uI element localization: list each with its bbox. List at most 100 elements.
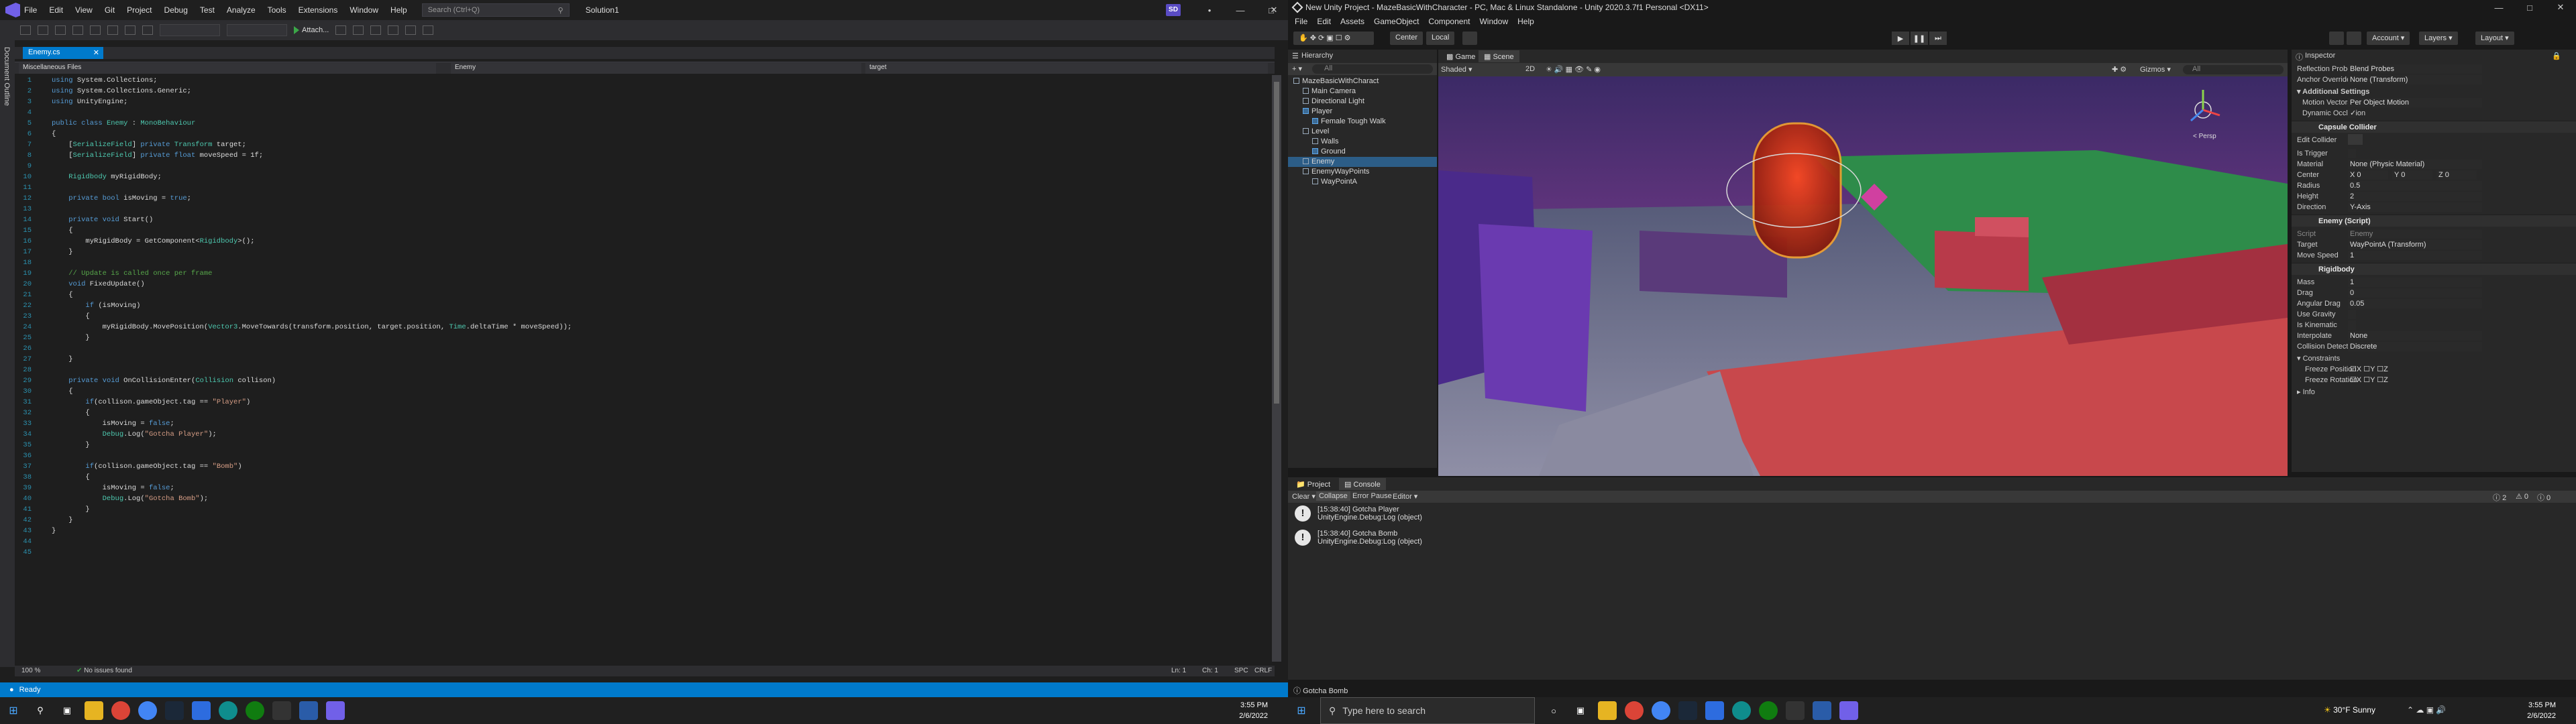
- code-line[interactable]: 39 isMoving = false;: [15, 483, 1275, 493]
- project-dropdown[interactable]: Miscellaneous Files: [19, 63, 436, 74]
- code-line[interactable]: 5 public class Enemy : MonoBehaviour: [15, 118, 1275, 129]
- code-line[interactable]: 1 using System.Collections;: [15, 75, 1275, 86]
- chrome-icon[interactable]: [111, 701, 130, 720]
- collab-icon[interactable]: [2329, 32, 2344, 45]
- console-log-entry[interactable]: ! [15:38:40] Gotcha Bomb UnityEngine.Debug…: [1295, 530, 1422, 552]
- code-line[interactable]: 7 [SerializeField] private Transform tar…: [15, 139, 1275, 150]
- attach-button[interactable]: Attach...: [294, 26, 329, 34]
- shading-dropdown[interactable]: Shaded ▾: [1441, 65, 1515, 74]
- code-line[interactable]: 4: [15, 107, 1275, 118]
- code-line[interactable]: 23 {: [15, 311, 1275, 322]
- folder-icon[interactable]: [335, 25, 347, 35]
- is-trigger-checkbox[interactable]: [2348, 149, 2356, 158]
- code-line[interactable]: 10 Rigidbody myRigidBody;: [15, 172, 1275, 182]
- code-line[interactable]: 41 }: [15, 504, 1275, 515]
- transform-tools[interactable]: ✋ ✥ ⟳ ▣ ☐ ⚙: [1293, 32, 1374, 45]
- redo-icon[interactable]: [142, 25, 153, 35]
- tray-icons[interactable]: ⌃ ☁ ▣ 🔊: [2407, 705, 2446, 715]
- tab-enemy-cs[interactable]: Enemy.cs ✕: [23, 47, 103, 59]
- editor-scrollbar[interactable]: [1272, 75, 1281, 662]
- height-value[interactable]: 2: [2348, 192, 2482, 201]
- back-icon[interactable]: [20, 25, 31, 35]
- code-line[interactable]: 27 }: [15, 354, 1275, 365]
- dynamic-occlusion-checkbox[interactable]: ✓: [2348, 109, 2356, 118]
- info-count[interactable]: ⓘ 2: [2493, 492, 2506, 503]
- hierarchy-item[interactable]: Level: [1288, 127, 1437, 137]
- taskbar-search[interactable]: ⚲ Type here to search: [1320, 697, 1535, 724]
- enemy-script-header[interactable]: Enemy (Script): [2292, 215, 2576, 227]
- visual-studio-taskbar-icon[interactable]: [1813, 701, 1831, 720]
- file-explorer-icon[interactable]: [1598, 701, 1617, 720]
- task-view-icon[interactable]: ▣: [1571, 701, 1590, 720]
- tab-scene[interactable]: ▦ Scene: [1479, 50, 1519, 62]
- file-explorer-icon[interactable]: [85, 701, 103, 720]
- code-line[interactable]: 33 isMoving = false;: [15, 418, 1275, 429]
- code-line[interactable]: 11: [15, 182, 1275, 193]
- tab-project[interactable]: 📁 Project: [1291, 478, 1336, 490]
- platform-dropdown[interactable]: [227, 24, 287, 36]
- document-outline-tab[interactable]: Document Outline: [3, 47, 11, 106]
- code-line[interactable]: 16 myRigidBody = GetComponent<Rigidbody>…: [15, 236, 1275, 247]
- code-line[interactable]: 9: [15, 161, 1275, 172]
- close-icon[interactable]: ✕: [1258, 0, 1289, 20]
- code-line[interactable]: 40 Debug.Log("Gotcha Bomb");: [15, 493, 1275, 504]
- freeze-position-checks[interactable]: ☐X ☐Y ☐Z: [2348, 365, 2408, 374]
- windows-start-icon[interactable]: ⊞: [1292, 701, 1311, 720]
- unity-menu-help[interactable]: Help: [1517, 17, 1534, 26]
- code-line[interactable]: 45: [15, 547, 1275, 558]
- hierarchy-item[interactable]: Main Camera: [1288, 86, 1437, 97]
- close-tab-icon[interactable]: ✕: [93, 48, 99, 57]
- bookmark-icon[interactable]: [405, 25, 417, 35]
- clear-button[interactable]: Clear ▾: [1292, 492, 1316, 501]
- code-line[interactable]: 18: [15, 257, 1275, 268]
- code-line[interactable]: 26: [15, 343, 1275, 354]
- class-dropdown[interactable]: Enemy: [451, 63, 861, 74]
- code-line[interactable]: 29 private void OnCollisionEnter(Collisi…: [15, 375, 1275, 386]
- cortana-icon[interactable]: ○: [1544, 701, 1563, 720]
- rigidbody-field-value[interactable]: 1: [2348, 278, 2482, 287]
- steam-icon[interactable]: [165, 701, 184, 720]
- vs-active-icon[interactable]: [326, 701, 345, 720]
- code-editor[interactable]: 1 using System.Collections; 2 using System.…: [15, 75, 1275, 662]
- code-line[interactable]: 32 {: [15, 408, 1275, 418]
- center-y[interactable]: Y 0: [2392, 170, 2432, 180]
- windows-start-icon[interactable]: ⊞: [4, 701, 23, 720]
- xbox-icon[interactable]: [246, 701, 264, 720]
- pivot-center-toggle[interactable]: Center: [1390, 32, 1424, 45]
- collapse-toggle[interactable]: Collapse: [1316, 491, 1350, 501]
- move-speed-value[interactable]: 1: [2348, 251, 2482, 260]
- issues-indicator[interactable]: ✔ No issues found: [76, 667, 132, 674]
- hierarchy-search[interactable]: All: [1312, 64, 1433, 74]
- unity-menu-edit[interactable]: Edit: [1317, 17, 1331, 26]
- code-line[interactable]: 8 [SerializeField] private float moveSpe…: [15, 150, 1275, 161]
- account-dropdown[interactable]: Account ▾: [2367, 32, 2410, 45]
- rigidbody-field-value[interactable]: Discrete: [2348, 342, 2482, 351]
- code-line[interactable]: 6{: [15, 129, 1275, 139]
- menu-extensions[interactable]: Extensions: [299, 5, 338, 15]
- layout-dropdown[interactable]: Layout ▾: [2475, 32, 2514, 45]
- code-line[interactable]: 28: [15, 365, 1275, 375]
- code-line[interactable]: 35 }: [15, 440, 1275, 450]
- console-log-entry[interactable]: ! [15:38:40] Gotcha Player UnityEngine.Deb…: [1295, 505, 1422, 528]
- menu-window[interactable]: Window: [350, 5, 378, 15]
- code-line[interactable]: 20 void FixedUpdate(): [15, 279, 1275, 290]
- rigidbody-field-value[interactable]: 0.05: [2348, 299, 2482, 308]
- lock-icon[interactable]: 🔒: [2552, 52, 2561, 60]
- step-button[interactable]: ⏭: [1929, 32, 1947, 45]
- center-z[interactable]: Z 0: [2436, 170, 2477, 180]
- clock[interactable]: 3:55 PM 2/6/2022: [1239, 700, 1268, 721]
- line-endings[interactable]: CRLF: [1254, 667, 1272, 674]
- search-icon[interactable]: ⚲: [31, 701, 50, 720]
- hierarchy-item[interactable]: Female Tough Walk: [1288, 117, 1437, 127]
- hierarchy-item[interactable]: EnemyWayPoints: [1288, 167, 1437, 177]
- menu-tools[interactable]: Tools: [268, 5, 286, 15]
- warning-count-icon[interactable]: ⚠ 0: [2516, 492, 2528, 501]
- uncomment-icon[interactable]: [388, 25, 399, 35]
- hierarchy-item[interactable]: Ground: [1288, 147, 1437, 157]
- hierarchy-item[interactable]: MazeBasicWithCharact: [1288, 76, 1437, 86]
- code-line[interactable]: 19 // Update is called once per frame: [15, 268, 1275, 279]
- unity-menu-gameobject[interactable]: GameObject: [1374, 17, 1419, 26]
- code-line[interactable]: 12 private bool isMoving = true;: [15, 193, 1275, 204]
- new-file-icon[interactable]: [55, 25, 66, 35]
- xbox-icon[interactable]: [1759, 701, 1778, 720]
